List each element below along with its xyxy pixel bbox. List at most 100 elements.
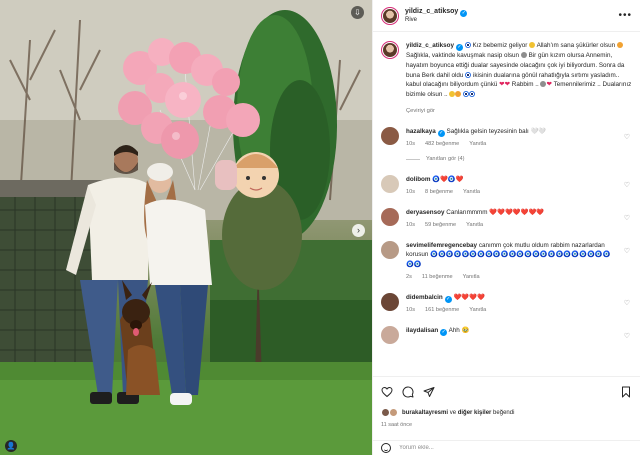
verified-badge-icon: ✓ [444,295,452,303]
liked-by: burakaltayresmi ve diğer kişiler beğendi [381,408,632,417]
comment-likes[interactable]: 11 beğenme [422,274,453,280]
comment-item: dolibom 🧿❤️🧿❤️ 10s 8 beğenme Yanıtla ♡ [381,175,632,195]
caption-part-6: Rabbim .. [511,81,539,89]
view-replies-label: Yanıtları gör (4) [426,156,465,163]
emoji-icon[interactable] [381,443,391,453]
reply-button[interactable]: Yanıtla [466,222,483,228]
comment-input[interactable] [399,445,632,451]
post-sidebar: yildiz_c_atiksoy ✓ Rive ••• yildiz_c_atik… [372,0,640,455]
commenter-avatar[interactable] [381,292,399,311]
verified-badge-icon: ✓ [455,44,463,51]
comment-time: 10s [406,221,416,228]
heart-icon[interactable]: ♡ [624,247,630,255]
comment-likes[interactable]: 8 beğenme [425,189,453,195]
commenter-username[interactable]: ilaydalisan [406,327,438,334]
heart-emoji-icon: ❤ [504,81,511,89]
post-timestamp[interactable]: 11 saat önce [381,422,632,428]
comment-text: 🧿❤️🧿❤️ [432,176,464,184]
chevron-right-icon[interactable]: › [352,224,365,237]
user-tag-icon[interactable]: 👤 [5,440,17,452]
liked-by-suffix: beğendi [491,409,515,416]
view-replies-button[interactable]: Yanıtları gör (4) [406,156,632,162]
emoji-icon [455,91,462,98]
liked-by-text: burakaltayresmi ve diğer kişiler beğendi [402,410,514,416]
caption-username[interactable]: yildiz_c_atiksoy [406,42,454,49]
post-header: yildiz_c_atiksoy ✓ Rive ••• [373,0,640,32]
bookmark-icon[interactable] [620,386,632,398]
comment-item: hazalkaya ✓ Sağlıkla gelsin teyzesinin ba… [381,127,632,147]
post-photo[interactable]: ⇩ › 👤 [0,0,372,455]
heart-icon[interactable]: ♡ [624,332,630,340]
author-avatar[interactable] [381,6,399,25]
commenter-username[interactable]: deryasensoy [406,209,445,216]
share-icon[interactable] [423,386,435,398]
emoji-icon [616,42,623,48]
heart-emoji-icon: ❤ [546,81,552,89]
comment-time: 10s [406,306,416,313]
nazar-emoji-icon [465,71,472,78]
nazar-emoji-icon [469,91,476,98]
comment-text: Canlarımmmm ❤️❤️❤️❤️❤️❤️❤️ [446,208,545,216]
nazar-emoji-icon [464,42,471,48]
comment-item: didembalcin ✓ ❤️❤️❤️❤️ 10s 161 beğenme Ya… [381,292,632,313]
comment-time: 10s [406,141,416,148]
reply-button[interactable]: Yanıtla [469,307,486,313]
verified-badge-icon: ✓ [460,10,468,17]
comment-text: Ahh 🥹 [448,326,470,334]
add-comment-bar [373,440,640,455]
comment-time: 10s [406,188,416,195]
commenter-avatar[interactable] [381,240,399,259]
caption-part-2: Allah'ım sana şükürler olsun [536,42,616,49]
heart-icon[interactable]: ♡ [624,181,630,189]
reply-button[interactable]: Yanıtla [463,274,480,280]
heart-icon[interactable]: ♡ [624,133,630,141]
post-caption: yildiz_c_atiksoy ✓ Kız bebemiz geliyor Al… [381,41,632,100]
comments-list: yildiz_c_atiksoy ✓ Kız bebemiz geliyor Al… [373,33,640,374]
heart-icon[interactable] [381,386,393,398]
commenter-avatar[interactable] [381,175,399,194]
verified-badge-icon: ✓ [437,130,445,138]
commenter-avatar[interactable] [381,207,399,226]
post-actions: burakaltayresmi ve diğer kişiler beğendi… [373,376,640,428]
commenter-username[interactable]: dolibom [406,176,430,183]
commenter-username[interactable]: sevimelifemregencebay [406,242,477,249]
comment-text: ❤️❤️❤️❤️ [453,293,485,301]
caption-part-3: Sağlıkla, vaktinde kavuşmak nasip olsun [406,52,520,59]
commenter-avatar[interactable] [381,325,399,344]
comment-item: sevimelifemregencebay canımm çok mutlu o… [381,240,632,280]
comment-text: Sağlıkla gelsin teyzesinin balı 🤍🤍 [446,128,547,136]
reply-button[interactable]: Yanıtla [463,189,480,195]
comment-likes[interactable]: 161 beğenme [425,307,459,313]
liker-avatar[interactable] [389,408,398,417]
verified-badge-icon: ✓ [440,328,448,336]
replies-divider [406,158,420,160]
photo-scene [0,0,372,455]
comment-time: 2s [406,273,412,280]
see-translation-link[interactable]: Çeviriyi gör [406,108,632,114]
liker-username[interactable]: burakaltayresmi [402,410,448,416]
heart-icon[interactable]: ♡ [624,299,630,307]
more-horizontal-icon[interactable]: ••• [618,10,632,21]
pray-emoji-icon [520,52,527,58]
comment-likes[interactable]: 482 beğenme [425,141,459,147]
reply-button[interactable]: Yanıtla [469,141,486,147]
caption-text: yildiz_c_atiksoy ✓ Kız bebemiz geliyor Al… [406,41,632,100]
comment-likes[interactable]: 59 beğenme [425,222,456,228]
liked-by-connector: ve [448,409,458,416]
commenter-username[interactable]: hazalkaya [406,128,436,135]
audio-label[interactable]: Rive [405,17,467,23]
author-username[interactable]: yildiz_c_atiksoy [405,8,458,15]
heart-icon[interactable]: ♡ [624,214,630,222]
liked-by-others[interactable]: diğer kişiler [458,410,492,416]
author-block: yildiz_c_atiksoy ✓ Rive [405,8,468,23]
commenter-username[interactable]: didembalcin [406,294,443,301]
save-icon[interactable]: ⇩ [351,6,364,19]
comment-item: deryasensoy Canlarımmmm ❤️❤️❤️❤️❤️❤️❤️ 1… [381,207,632,228]
comment-item: ilaydalisan ✓ Ahh 🥹 ♡ [381,325,632,344]
caption-avatar[interactable] [381,41,399,59]
comment-icon[interactable] [402,386,414,398]
action-icons [381,385,632,399]
caption-part-1: Kız bebemiz geliyor [472,42,528,49]
emoji-icon [529,42,536,48]
commenter-avatar[interactable] [381,127,399,146]
